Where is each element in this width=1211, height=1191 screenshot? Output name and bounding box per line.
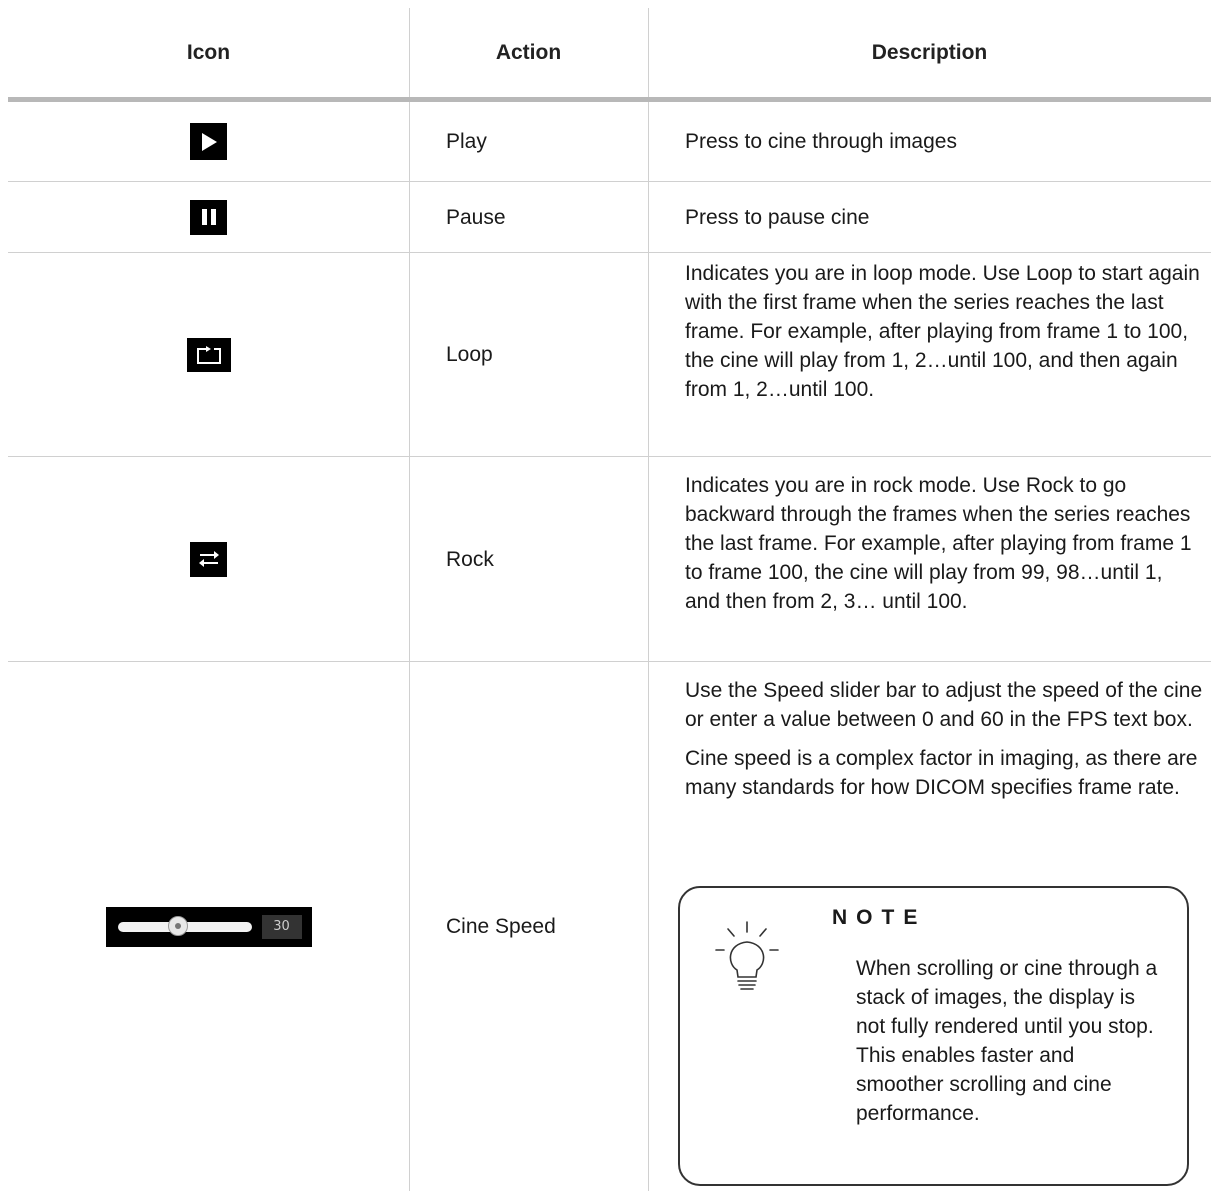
description-cine-speed: Use the Speed slider bar to adjust the s… bbox=[685, 676, 1203, 812]
action-rock: Rock bbox=[446, 547, 494, 571]
action-play: Play bbox=[446, 130, 487, 153]
description-paragraph: Cine speed is a complex factor in imagin… bbox=[685, 747, 1198, 799]
description-loop: Indicates you are in loop mode. Use Loop… bbox=[685, 262, 1200, 401]
action-pause: Pause bbox=[446, 205, 506, 229]
fps-value-box: 30 bbox=[261, 914, 302, 939]
description-pause: Press to pause cine bbox=[685, 205, 870, 229]
description-play: Press to cine through images bbox=[685, 130, 957, 153]
column-divider bbox=[648, 8, 649, 1191]
play-icon bbox=[190, 123, 227, 160]
table-row-icon-cell bbox=[8, 102, 409, 181]
description-rock: Indicates you are in rock mode. Use Rock… bbox=[685, 474, 1192, 613]
controls-table: Icon Action Description Play Press to ci… bbox=[8, 8, 1211, 1191]
header-action: Action bbox=[495, 41, 562, 64]
column-divider bbox=[409, 8, 410, 1191]
fps-value: 30 bbox=[273, 918, 290, 934]
table-row-icon-cell bbox=[8, 457, 409, 661]
note-box: NOTE When scrolling or cine through a st… bbox=[678, 886, 1189, 1186]
action-loop: Loop bbox=[446, 343, 493, 366]
note-text: When scrolling or cine through a stack o… bbox=[856, 957, 1158, 1125]
header-description: Description bbox=[871, 41, 988, 64]
table-row-icon-cell bbox=[8, 182, 409, 252]
pause-icon bbox=[190, 199, 227, 235]
lightbulb-icon bbox=[712, 920, 782, 1005]
speed-slider-icon: 30 bbox=[105, 906, 312, 947]
action-cine-speed: Cine Speed bbox=[446, 915, 556, 938]
loop-icon bbox=[186, 337, 231, 372]
description-paragraph: Use the Speed slider bar to adjust the s… bbox=[685, 679, 1203, 731]
rock-icon bbox=[190, 541, 227, 577]
slider-thumb bbox=[167, 915, 188, 936]
table-row-icon-cell bbox=[8, 253, 409, 456]
note-title: NOTE bbox=[832, 906, 927, 929]
table-row-icon-cell: 30 bbox=[8, 662, 409, 1191]
header-icon: Icon bbox=[186, 41, 231, 64]
